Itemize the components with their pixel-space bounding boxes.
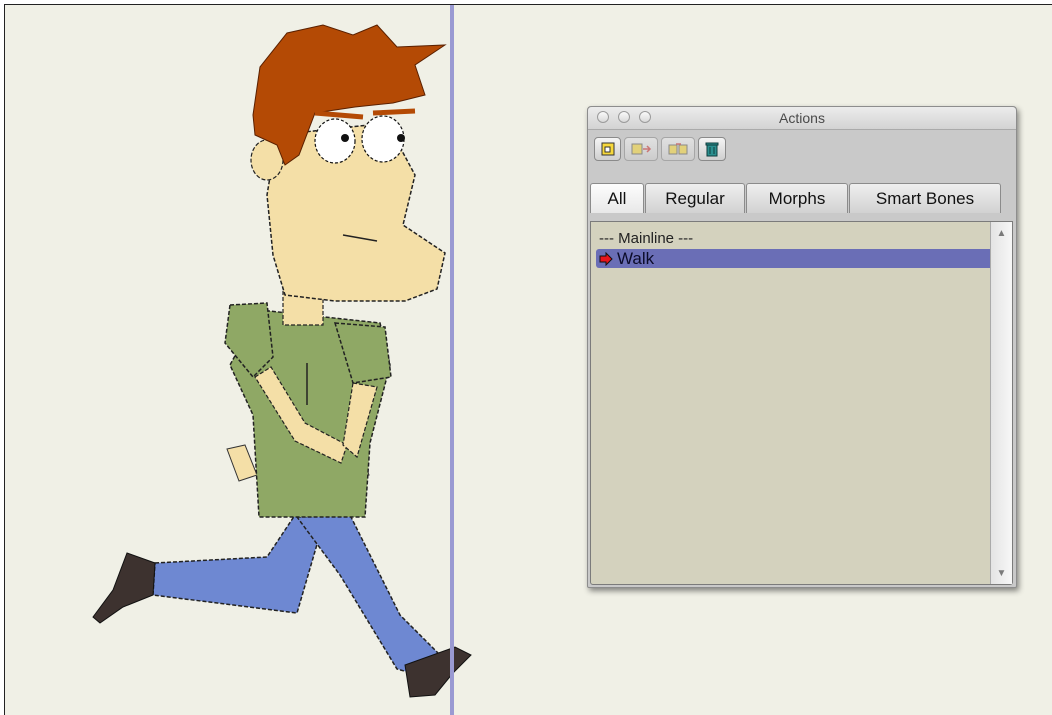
trash-icon [705, 142, 719, 157]
copy-action-icon [668, 143, 688, 155]
window-title: Actions [779, 110, 825, 126]
tab-all[interactable]: All [590, 183, 644, 213]
list-item-walk[interactable]: Walk [596, 249, 1004, 268]
delete-action-button[interactable] [698, 137, 726, 161]
copy-action-button[interactable] [661, 137, 695, 161]
tab-regular[interactable]: Regular [645, 183, 745, 213]
tab-morphs[interactable]: Morphs [746, 183, 848, 213]
insert-action-icon [631, 143, 652, 155]
title-bar[interactable]: Actions [588, 107, 1016, 130]
red-arrow-icon [599, 251, 613, 266]
timeline-marker[interactable] [450, 5, 454, 715]
new-action-button[interactable] [594, 137, 621, 161]
scroll-down-icon[interactable]: ▼ [991, 564, 1012, 582]
insert-action-button[interactable] [624, 137, 658, 161]
scroll-up-icon[interactable]: ▲ [991, 224, 1012, 242]
actions-panel: Actions All Regular Morphs Smart Bones -… [587, 106, 1017, 588]
actions-list[interactable]: --- Mainline --- Walk ▲ ▼ [590, 221, 1013, 585]
list-scrollbar[interactable]: ▲ ▼ [990, 222, 1012, 584]
list-item-label: Walk [617, 248, 655, 268]
list-section-header: --- Mainline --- [599, 230, 694, 247]
tab-smart-bones[interactable]: Smart Bones [849, 183, 1001, 213]
new-action-icon [601, 142, 614, 156]
